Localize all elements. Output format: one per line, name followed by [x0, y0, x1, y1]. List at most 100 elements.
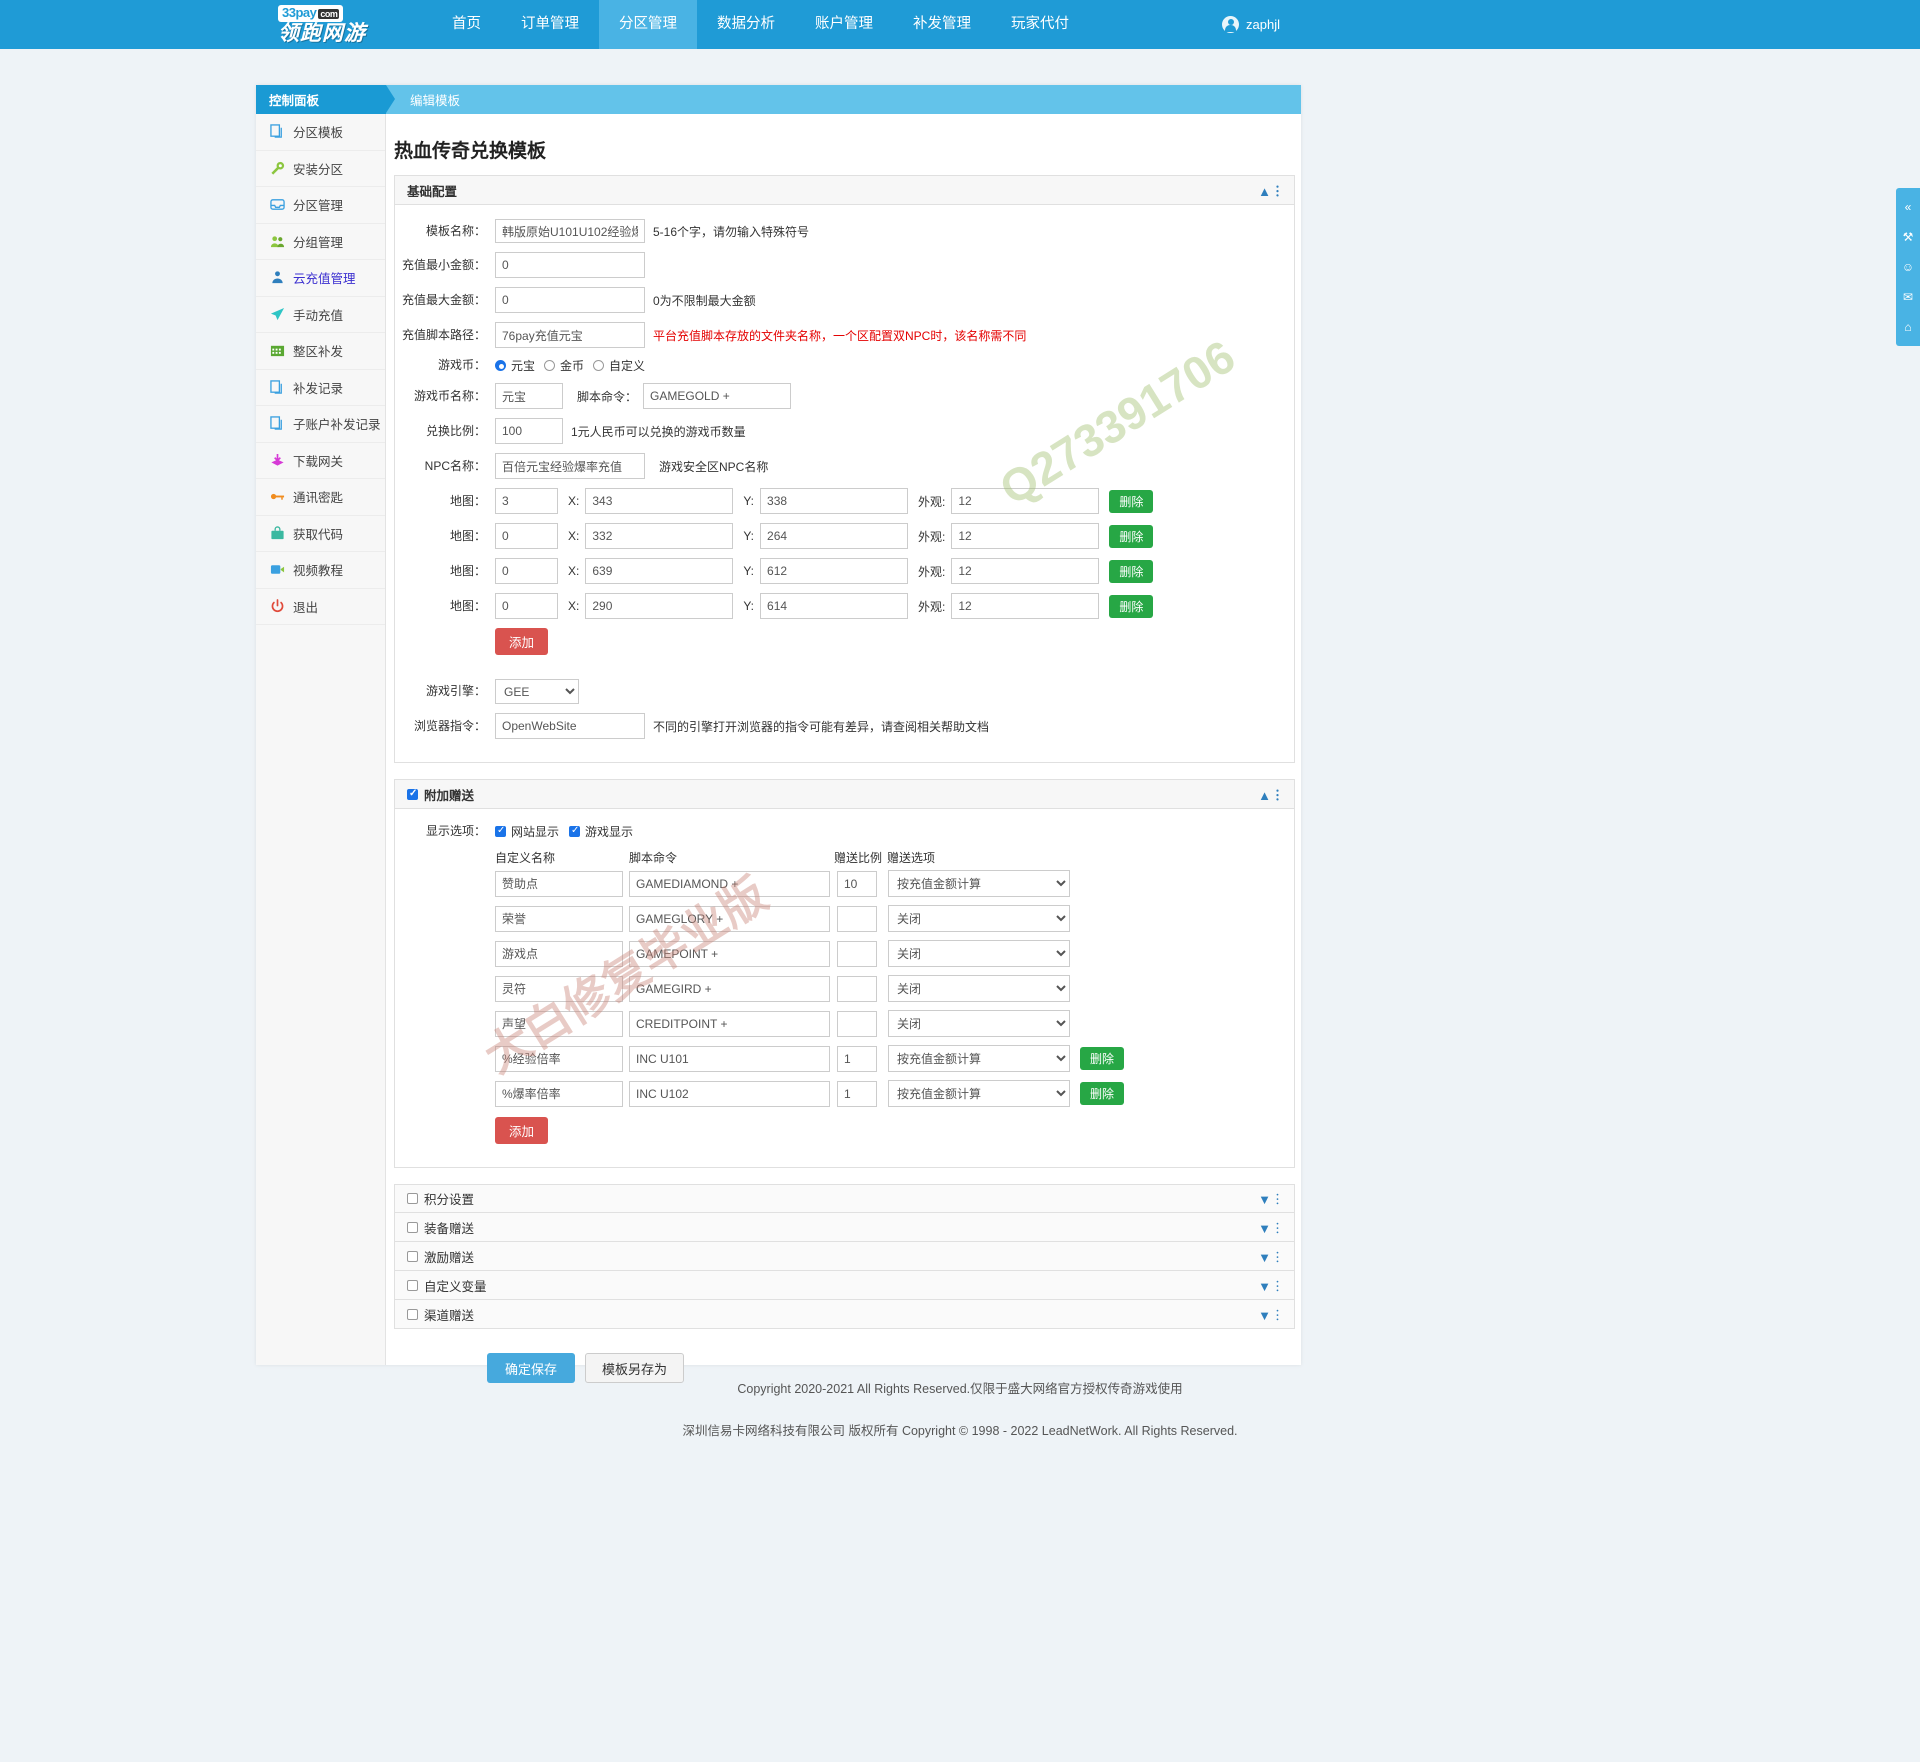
nav-item-orders[interactable]: 订单管理: [501, 0, 599, 49]
sidebar-item-11[interactable]: 获取代码: [256, 516, 385, 552]
delete-map-button[interactable]: 删除: [1109, 524, 1154, 548]
gift-cmd-input[interactable]: [629, 975, 830, 1002]
toolbar-icon-2[interactable]: ☺: [1896, 252, 1920, 282]
sidebar-item-2[interactable]: 分区管理: [256, 187, 385, 224]
gift-cmd-input[interactable]: [629, 1010, 830, 1037]
gift-name-input[interactable]: [495, 870, 623, 897]
sidebar-item-13[interactable]: 退出: [256, 589, 385, 625]
sidebar-item-8[interactable]: 子账户补发记录: [256, 406, 385, 443]
section-checkbox[interactable]: [407, 1279, 418, 1291]
sidebar-item-0[interactable]: 分区模板: [256, 114, 385, 151]
sidebar-item-3[interactable]: 分组管理: [256, 224, 385, 260]
map-appearance-input[interactable]: [951, 523, 1100, 549]
gift-cmd-input[interactable]: [629, 1045, 830, 1072]
currency-radio-custom[interactable]: 自定义: [593, 357, 645, 374]
collapsed-section-2[interactable]: 激励赠送 ▼︙: [394, 1242, 1295, 1271]
gift-name-input[interactable]: [495, 975, 623, 1002]
gift-option-select[interactable]: 关闭按充值金额计算: [888, 1045, 1070, 1072]
map-x-input[interactable]: [585, 523, 734, 549]
npc-name-input[interactable]: [495, 453, 645, 479]
ratio-input[interactable]: [495, 418, 563, 444]
section-checkbox[interactable]: [407, 1193, 418, 1204]
toolbar-icon-4[interactable]: ⌂: [1896, 312, 1920, 342]
delete-map-button[interactable]: 删除: [1109, 559, 1154, 583]
sidebar-item-4[interactable]: 云充值管理: [256, 260, 385, 297]
gift-ratio-input[interactable]: [837, 870, 877, 897]
toolbar-icon-1[interactable]: ⚒: [1896, 222, 1920, 252]
min-amount-input[interactable]: [495, 252, 645, 278]
browser-cmd-input[interactable]: [495, 713, 645, 739]
map-appearance-input[interactable]: [951, 593, 1100, 619]
map-appearance-input[interactable]: [951, 558, 1100, 584]
sidebar-item-5[interactable]: 手动充值: [256, 297, 385, 333]
nav-item-home[interactable]: 首页: [432, 0, 501, 49]
nav-item-reissue[interactable]: 补发管理: [893, 0, 991, 49]
display-option-game[interactable]: 游戏显示: [569, 823, 633, 840]
gift-ratio-input[interactable]: [837, 940, 877, 967]
section-checkbox[interactable]: [407, 1250, 418, 1262]
gift-cmd-input[interactable]: [629, 1080, 830, 1107]
gift-ratio-input[interactable]: [837, 1045, 877, 1072]
map-x-input[interactable]: [585, 488, 734, 514]
gift-option-select[interactable]: 关闭按充值金额计算: [888, 1010, 1070, 1037]
map-x-input[interactable]: [585, 593, 734, 619]
collapsed-section-1[interactable]: 装备赠送 ▼︙: [394, 1213, 1295, 1242]
gift-option-select[interactable]: 关闭按充值金额计算: [888, 975, 1070, 1002]
section-checkbox[interactable]: [407, 1221, 418, 1233]
gift-name-input[interactable]: [495, 905, 623, 932]
gift-section-checkbox[interactable]: [407, 787, 418, 800]
collapsed-section-0[interactable]: 积分设置 ▼︙: [394, 1184, 1295, 1213]
delete-map-button[interactable]: 删除: [1109, 489, 1154, 513]
map-id-input[interactable]: [495, 558, 558, 584]
sidebar-item-1[interactable]: 安装分区: [256, 151, 385, 187]
gift-option-select[interactable]: 关闭按充值金额计算: [888, 940, 1070, 967]
expand-chevron-down-icon[interactable]: ▼︙: [1258, 1218, 1284, 1237]
script-path-input[interactable]: [495, 322, 645, 348]
nav-item-player-pay[interactable]: 玩家代付: [991, 0, 1089, 49]
map-id-input[interactable]: [495, 523, 558, 549]
display-option-website[interactable]: 网站显示: [495, 823, 559, 840]
collapsed-section-4[interactable]: 渠道赠送 ▼︙: [394, 1300, 1295, 1329]
gift-name-input[interactable]: [495, 1045, 623, 1072]
gift-ratio-input[interactable]: [837, 1080, 877, 1107]
collapse-chevron-up-icon[interactable]: ▲︙: [1258, 181, 1284, 200]
engine-select[interactable]: GEE: [495, 679, 579, 704]
breadcrumb-panel[interactable]: 控制面板: [256, 85, 395, 114]
gift-cmd-input[interactable]: [629, 940, 830, 967]
gift-ratio-input[interactable]: [837, 975, 877, 1002]
expand-chevron-down-icon[interactable]: ▼︙: [1258, 1305, 1284, 1324]
map-y-input[interactable]: [760, 488, 909, 514]
sidebar-item-10[interactable]: 通讯密匙: [256, 479, 385, 516]
map-id-input[interactable]: [495, 488, 558, 514]
template-name-input[interactable]: [495, 219, 645, 243]
brand-logo[interactable]: 33pay com 领跑网游: [278, 2, 418, 48]
gift-option-select[interactable]: 关闭按充值金额计算: [888, 870, 1070, 897]
user-menu[interactable]: zaphjl: [1222, 0, 1280, 49]
gift-cmd-input[interactable]: [629, 870, 830, 897]
expand-chevron-down-icon[interactable]: ▼︙: [1258, 1247, 1284, 1266]
map-appearance-input[interactable]: [951, 488, 1100, 514]
toolbar-icon-0[interactable]: «: [1896, 192, 1920, 222]
add-gift-button[interactable]: 添加: [495, 1117, 549, 1144]
map-y-input[interactable]: [760, 558, 909, 584]
gift-option-select[interactable]: 关闭按充值金额计算: [888, 1080, 1070, 1107]
expand-chevron-down-icon[interactable]: ▼︙: [1258, 1276, 1284, 1295]
currency-name-input[interactable]: [495, 383, 563, 409]
sidebar-item-12[interactable]: 视频教程: [256, 552, 385, 589]
expand-chevron-down-icon[interactable]: ▼︙: [1258, 1189, 1284, 1208]
script-cmd-input[interactable]: [643, 383, 792, 409]
sidebar-item-9[interactable]: 下载网关: [256, 443, 385, 479]
map-y-input[interactable]: [760, 523, 909, 549]
section-checkbox[interactable]: [407, 1308, 418, 1320]
max-amount-input[interactable]: [495, 287, 645, 313]
delete-gift-button[interactable]: 删除: [1080, 1082, 1125, 1105]
sidebar-item-6[interactable]: 整区补发: [256, 333, 385, 370]
gift-option-select[interactable]: 关闭按充值金额计算: [888, 905, 1070, 932]
collapsed-section-3[interactable]: 自定义变量 ▼︙: [394, 1271, 1295, 1300]
map-y-input[interactable]: [760, 593, 909, 619]
gift-ratio-input[interactable]: [837, 1010, 877, 1037]
map-x-input[interactable]: [585, 558, 734, 584]
gift-name-input[interactable]: [495, 940, 623, 967]
sidebar-item-7[interactable]: 补发记录: [256, 370, 385, 406]
gift-name-input[interactable]: [495, 1010, 623, 1037]
